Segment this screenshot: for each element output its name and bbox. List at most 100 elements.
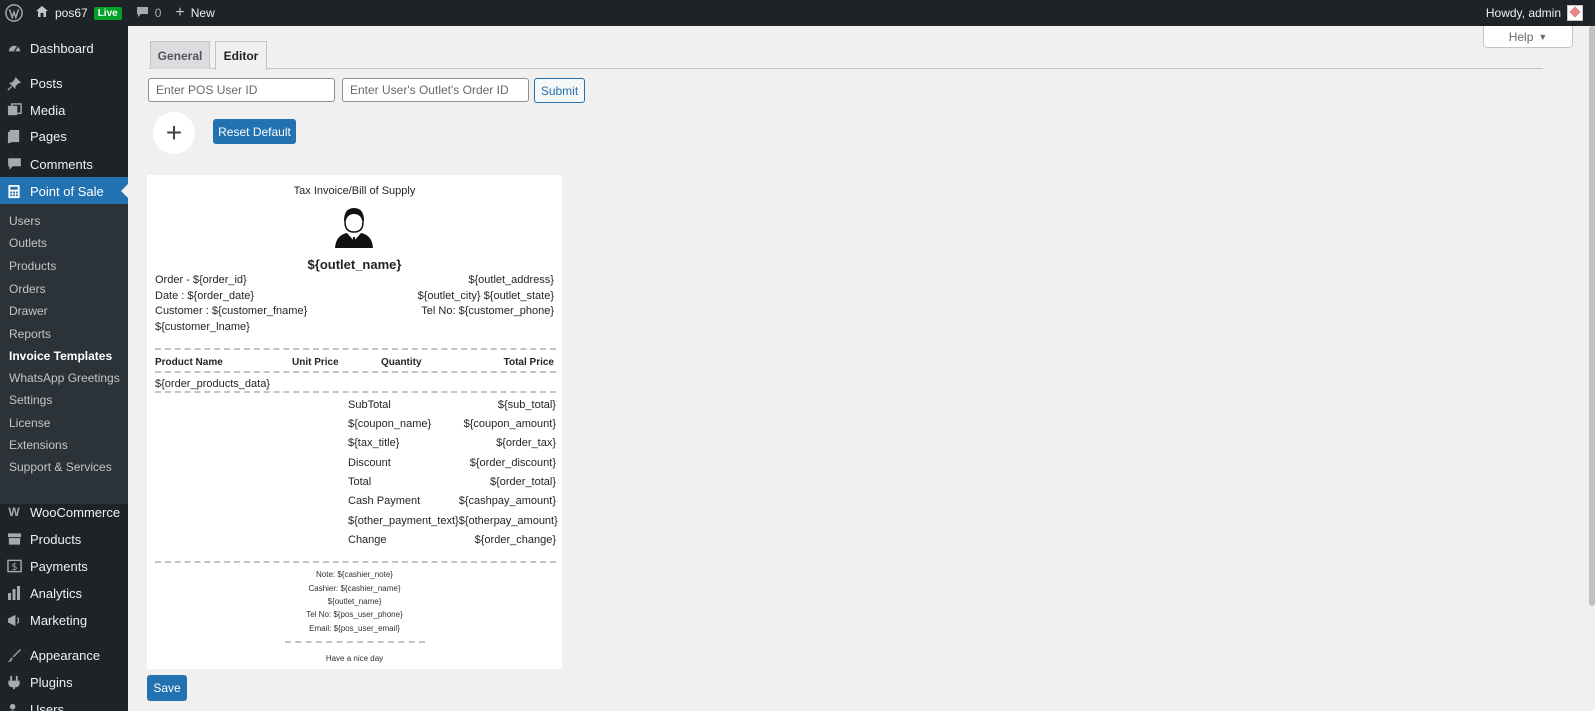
header-unit-price: Unit Price — [292, 357, 339, 368]
order-date-line: Date : ${order_date} — [155, 289, 255, 302]
person-avatar-icon — [333, 207, 375, 249]
totals-label: Discount — [348, 457, 391, 469]
cashier-name: Cashier: ${cashier_name} — [308, 584, 401, 593]
live-badge: Live — [93, 6, 122, 20]
invoice-title: Tax Invoice/Bill of Supply — [293, 185, 416, 197]
submenu-extensions[interactable]: Extensions — [9, 438, 68, 452]
submenu-invoice-templates[interactable]: Invoice Templates — [9, 349, 112, 363]
reset-default-button[interactable]: Reset Default — [213, 119, 296, 144]
menu-users[interactable]: Users — [0, 695, 128, 711]
menu-woocommerce[interactable]: W WooCommerce — [0, 498, 128, 526]
outlet-city-state-line: ${outlet_city} ${outlet_state} — [417, 289, 554, 302]
menu-media[interactable]: Media — [0, 96, 128, 124]
main-content: Help ▼ General Editor Submit + Reset Def… — [128, 26, 1595, 711]
comments-count: 0 — [154, 6, 162, 20]
menu-analytics[interactable]: Analytics — [0, 579, 128, 607]
submenu-users[interactable]: Users — [9, 214, 40, 228]
totals-value: ${otherpay_amount} — [458, 515, 558, 527]
cashier-note: Note: ${cashier_note} — [316, 570, 393, 579]
menu-label: WooCommerce — [30, 504, 121, 520]
menu-label: Dashboard — [30, 40, 94, 56]
home-icon — [35, 5, 49, 21]
calculator-icon — [6, 183, 22, 199]
admin-bar: pos67 Live 0 + New Howdy, admin — [0, 0, 1595, 26]
order-products-data: ${order_products_data} — [155, 378, 270, 390]
header-product-name: Product Name — [155, 357, 223, 368]
menu-dashboard[interactable]: Dashboard — [0, 34, 128, 62]
menu-products[interactable]: Products — [0, 525, 128, 553]
submenu-settings[interactable]: Settings — [9, 393, 52, 407]
totals-value: ${sub_total} — [497, 399, 556, 411]
account-menu[interactable]: Howdy, admin — [1486, 5, 1595, 21]
invoice-preview[interactable]: Tax Invoice/Bill of Supply ${outlet_name… — [147, 175, 562, 669]
header-quantity: Quantity — [381, 357, 422, 368]
pos-user-id-input[interactable] — [148, 78, 335, 102]
submenu-orders[interactable]: Orders — [9, 282, 46, 296]
submenu-support-services[interactable]: Support & Services — [9, 460, 112, 474]
site-name-link[interactable]: pos67 Live — [28, 0, 129, 26]
totals-value: ${order_tax} — [496, 437, 556, 449]
closing-message: Have a nice day — [325, 654, 384, 663]
menu-label: Analytics — [30, 585, 83, 601]
customer-fname-line: Customer : ${customer_fname} — [155, 305, 308, 317]
add-element-button[interactable]: + — [153, 112, 195, 154]
menu-posts[interactable]: Posts — [0, 69, 128, 97]
totals-label: ${tax_title} — [348, 437, 400, 449]
chart-icon — [6, 585, 22, 601]
submenu-license[interactable]: License — [9, 416, 50, 430]
submenu-reports[interactable]: Reports — [9, 327, 51, 341]
pos-user-phone: Tel No: ${pos_user_phone} — [306, 610, 403, 619]
footer-outlet-name: ${outlet_name} — [327, 597, 382, 606]
plugin-icon — [6, 674, 22, 690]
comments-link[interactable]: 0 — [129, 0, 169, 26]
help-button[interactable]: Help ▼ — [1483, 26, 1573, 48]
totals-row: ${other_payment_text} ${otherpay_amount} — [348, 515, 558, 527]
save-button[interactable]: Save — [147, 675, 187, 701]
dollar-icon: $ — [6, 558, 22, 574]
menu-comments[interactable]: Comments — [0, 150, 128, 178]
comment-icon — [136, 6, 149, 21]
menu-marketing[interactable]: Marketing — [0, 606, 128, 634]
totals-label: SubTotal — [348, 399, 391, 411]
invoice-outlet-details: ${outlet_address} ${outlet_city} ${outle… — [418, 273, 554, 320]
submenu-products[interactable]: Products — [9, 259, 56, 273]
menu-label: Products — [30, 531, 82, 547]
submenu-outlets[interactable]: Outlets — [9, 236, 47, 250]
wordpress-logo-icon[interactable] — [0, 0, 28, 26]
order-id-line: Order - ${order_id} — [155, 274, 247, 286]
menu-point-of-sale[interactable]: Point of Sale — [0, 177, 128, 205]
header-total-price: Total Price — [503, 357, 554, 368]
submenu-drawer[interactable]: Drawer — [9, 304, 48, 318]
order-id-input[interactable] — [342, 78, 529, 102]
menu-label: Appearance — [30, 647, 101, 663]
menu-label: Media — [30, 102, 66, 118]
totals-value: ${cashpay_amount} — [458, 495, 556, 507]
divider — [155, 371, 556, 373]
tab-editor[interactable]: Editor — [215, 41, 267, 70]
menu-pages[interactable]: Pages — [0, 122, 128, 150]
scrollbar[interactable] — [1589, 26, 1595, 606]
submenu-whatsapp-greetings[interactable]: WhatsApp Greetings — [9, 371, 120, 385]
menu-payments[interactable]: $ Payments — [0, 552, 128, 580]
archive-icon — [6, 531, 22, 547]
customer-lname-line: ${customer_lname} — [155, 320, 250, 333]
menu-appearance[interactable]: Appearance — [0, 641, 128, 669]
menu-label: Pages — [30, 128, 67, 144]
new-content-link[interactable]: + New — [168, 0, 221, 26]
pos-user-email: Email: ${pos_user_email} — [309, 624, 400, 633]
divider — [155, 391, 556, 393]
avatar — [1567, 5, 1583, 21]
site-name: pos67 — [55, 6, 88, 20]
woo-icon: W — [8, 505, 20, 519]
menu-label: Comments — [30, 156, 93, 172]
megaphone-icon — [6, 612, 22, 628]
plus-icon: + — [175, 4, 185, 21]
tab-general[interactable]: General — [150, 41, 210, 69]
menu-plugins[interactable]: Plugins — [0, 668, 128, 696]
totals-row: Discount ${order_discount} — [348, 457, 556, 469]
brush-icon — [6, 647, 22, 663]
totals-value: ${order_discount} — [469, 457, 556, 469]
dashboard-icon — [6, 40, 22, 56]
media-icon — [6, 102, 22, 118]
submit-button[interactable]: Submit — [534, 78, 585, 103]
